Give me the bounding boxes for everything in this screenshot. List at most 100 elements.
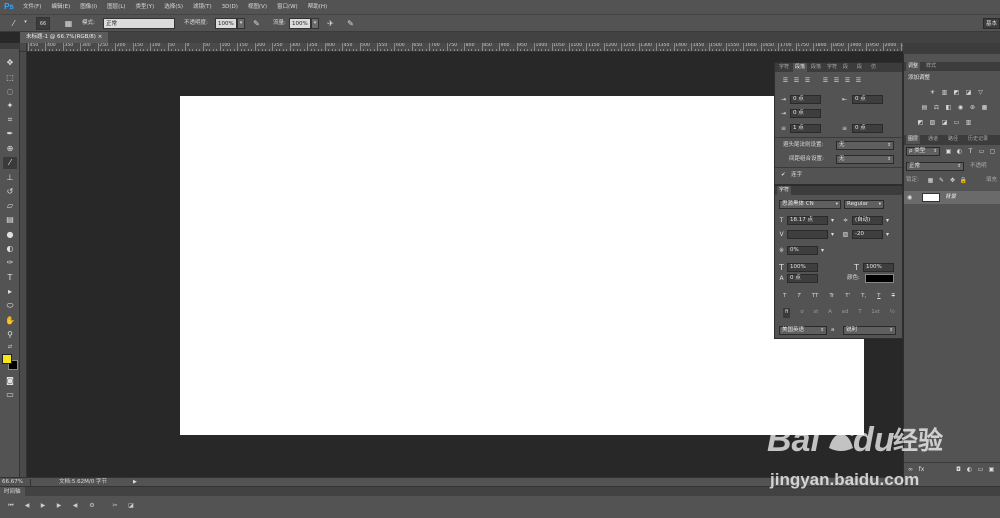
exposure-icon[interactable]: ◪ [964,88,973,97]
pressure-opacity-icon[interactable]: ✎ [251,18,262,29]
marquee-tool-icon[interactable]: ⬚ [3,72,17,84]
filter-adjustment-icon[interactable]: ◐ [955,147,964,156]
strikethrough-button[interactable]: T [892,292,895,302]
history-brush-tool-icon[interactable]: ↺ [3,186,17,198]
font-size-dropdown-icon[interactable]: ▾ [828,216,837,225]
ordinals-button[interactable]: 1st [871,308,880,318]
new-group-icon[interactable]: ▭ [976,465,985,474]
brush-tool-icon[interactable]: ⁄ [3,157,17,169]
font-size-input[interactable]: 18.17 点 [787,216,828,225]
swash-button[interactable]: A [828,308,832,318]
tab-adjustments[interactable]: 调整 [906,62,921,71]
faux-bold-button[interactable]: T [783,292,786,302]
prev-frame-icon[interactable]: ◀ [22,501,32,511]
kerning-dropdown-icon[interactable]: ▾ [828,230,837,239]
justify-center-icon[interactable]: ☰ [832,76,841,85]
align-right-icon[interactable]: ☰ [803,76,812,85]
font-family-select[interactable]: 思源黑体 CN ▾ [779,200,841,209]
photo-filter-icon[interactable]: ◉ [956,103,965,112]
adjustment-layer-icon[interactable]: ◐ [965,465,974,474]
gradient-map-icon[interactable]: ▭ [952,118,961,127]
menu-item-0[interactable]: 文件(F) [18,0,46,14]
align-left-icon[interactable]: ☰ [781,76,790,85]
lock-paint-icon[interactable]: ✎ [937,176,946,185]
alternates-button[interactable]: ad [842,308,849,318]
filter-smart-icon[interactable]: ▢ [988,147,997,156]
foreground-color-swatch[interactable] [2,354,12,364]
kinsoku-select[interactable]: 无 ⇕ [836,141,894,150]
hyphenate-checkbox[interactable]: ✔ [781,171,786,180]
indent-first-line-input[interactable]: 0 点 [790,109,821,118]
type-tool-icon[interactable]: T [3,272,17,284]
brush-size-picker[interactable]: 66 [36,17,50,30]
text-color-swatch[interactable] [865,274,894,283]
horizontal-ruler[interactable]: 450 400 350 300 250 200 150 100 50 0 50 100 150 200 25… [20,43,1000,52]
play-icon[interactable]: ▶ [38,501,48,511]
underline-button[interactable]: T [877,292,880,302]
quick-mask-icon[interactable]: ◙ [3,375,17,387]
layer-row-background[interactable]: ◉ 背景 [904,191,1000,204]
transition-icon[interactable]: ◪ [126,501,136,511]
fractions-button[interactable]: ½ [890,308,895,318]
layer-name[interactable]: 背景 [945,193,956,202]
selective-color-icon[interactable]: ▥ [964,118,973,127]
document-tab[interactable]: 未标题-1 @ 66.7%(RGB/8) × [20,32,109,43]
workspace-button[interactable]: 基本 [983,18,1000,29]
eraser-tool-icon[interactable]: ▱ [3,200,17,212]
horizontal-scale-input[interactable]: 100% [863,263,894,272]
language-select[interactable]: 美国英语 ⇕ [779,326,827,335]
superscript-button[interactable]: T' [845,292,850,302]
layer-filter-select[interactable]: ρ 类型 ⇕ [906,147,940,156]
menu-item-10[interactable]: 帮助(H) [303,0,332,14]
justify-left-icon[interactable]: ☰ [821,76,830,85]
eye-icon[interactable]: ◉ [907,193,912,202]
leading-input[interactable]: (自动) [852,216,883,225]
tab-layers[interactable]: 图层 [906,135,921,144]
kerning-input[interactable] [787,230,828,239]
faux-italic-button[interactable]: T [797,292,800,302]
ruler-origin[interactable] [20,43,27,52]
filter-type-icon[interactable]: T [966,147,975,156]
pressure-size-icon[interactable]: ✎ [345,18,356,29]
black-white-icon[interactable]: ◧ [944,103,953,112]
baseline-shift-input[interactable]: 0 点 [787,274,818,283]
small-caps-button[interactable]: Tr [829,292,834,302]
mode-select[interactable]: 正常 [103,18,175,29]
filter-pixel-icon[interactable]: ▣ [944,147,953,156]
tsume-dropdown-icon[interactable]: ▾ [818,246,827,255]
all-caps-button[interactable]: TT [812,292,819,302]
vertical-ruler[interactable] [20,52,27,477]
pen-tool-icon[interactable]: ✑ [3,257,17,269]
leading-dropdown-icon[interactable]: ▾ [883,216,892,225]
space-before-input[interactable]: 1 点 [790,124,821,133]
tsume-input[interactable]: 0% [787,246,818,255]
hand-tool-icon[interactable]: ✋ [3,315,17,327]
tab-3[interactable]: 字符 [825,63,839,72]
first-frame-icon[interactable]: ⏮ [6,501,16,511]
tab-0[interactable]: 字符 [777,63,791,72]
layer-thumbnail[interactable] [922,193,940,202]
invert-icon[interactable]: ◩ [916,118,925,127]
crop-tool-icon[interactable]: ⌗ [3,114,17,126]
tab-5[interactable]: 段 [855,63,864,72]
audio-icon[interactable]: ◀ [70,501,80,511]
tools-panel-header[interactable] [0,43,20,49]
discretionary-ligatures-button[interactable]: ơ [800,308,803,318]
align-center-icon[interactable]: ☰ [792,76,801,85]
brush-panel-icon[interactable]: ▦ [63,18,74,29]
brightness-icon[interactable]: ☀ [928,88,937,97]
space-after-input[interactable]: 0 点 [852,124,883,133]
filter-shape-icon[interactable]: ▭ [977,147,986,156]
menu-item-1[interactable]: 编辑(E) [46,0,75,14]
airbrush-icon[interactable]: ✈ [325,18,336,29]
swap-colors-icon[interactable]: ⇄ [3,341,17,353]
close-icon[interactable]: × [98,34,103,40]
magic-wand-tool-icon[interactable]: ✦ [3,100,17,112]
next-frame-icon[interactable]: ▶ [54,501,64,511]
lock-pixels-icon[interactable]: ▦ [926,176,935,185]
screen-mode-icon[interactable]: ▭ [3,389,17,401]
subscript-button[interactable]: T, [861,292,866,302]
hue-saturation-icon[interactable]: ▤ [920,103,929,112]
indent-right-input[interactable]: 0 点 [852,95,883,104]
menu-item-3[interactable]: 图层(L) [102,0,130,14]
